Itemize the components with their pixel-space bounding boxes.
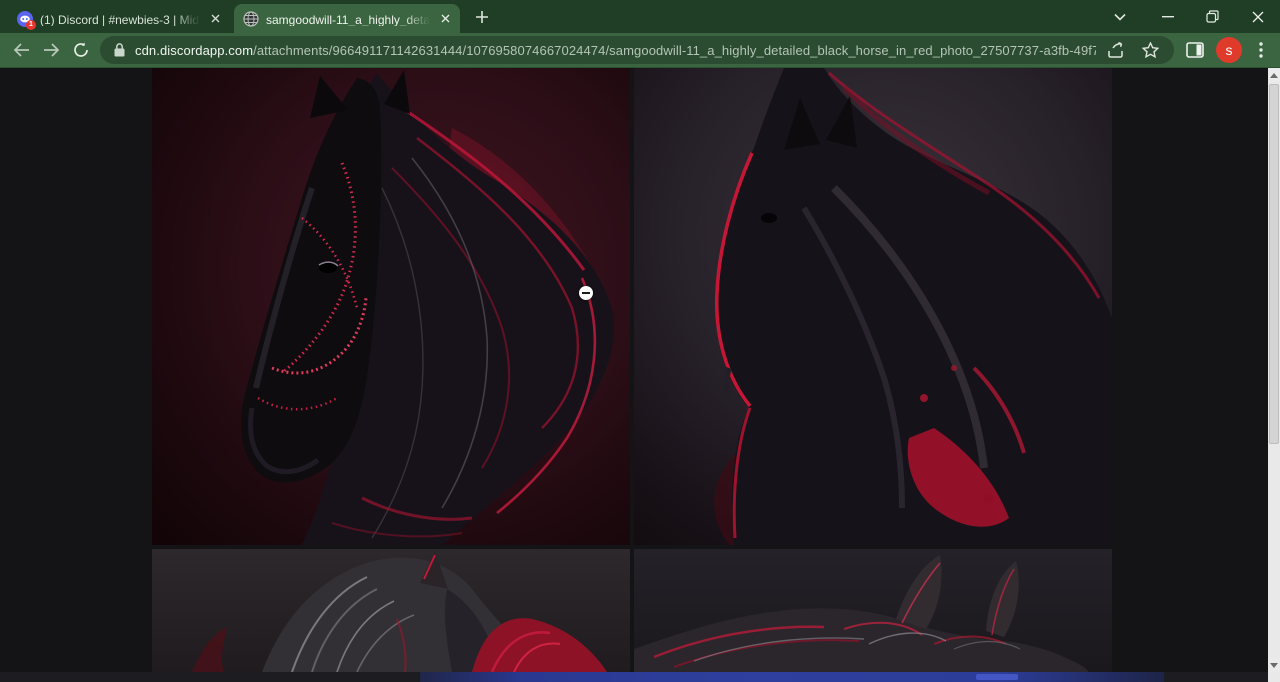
horizontal-scrollbar[interactable] [0,672,1280,682]
window-controls [1099,0,1280,33]
reload-button[interactable] [66,35,96,65]
notification-badge: 1 [26,20,36,30]
horse-art-4 [634,549,1112,672]
image-quadrant-2[interactable] [634,68,1112,545]
minimize-button[interactable] [1145,0,1190,33]
new-tab-button[interactable] [468,3,496,31]
profile-avatar[interactable]: s [1216,37,1242,63]
vertical-scrollbar-thumb[interactable] [1269,84,1279,444]
tab-strip: 1 (1) Discord | #newbies-3 | Midjou samg… [0,0,1280,33]
horse-art-3 [152,549,630,672]
horse-art-1 [152,68,630,545]
share-icon[interactable] [1105,38,1129,62]
close-window-button[interactable] [1235,0,1280,33]
url-domain: cdn.discordapp.com [135,43,253,58]
horizontal-scrollbar-thumb[interactable] [420,672,1164,682]
forward-button[interactable] [36,35,66,65]
tab-discord[interactable]: 1 (1) Discord | #newbies-3 | Midjou [8,4,230,33]
url-text: cdn.discordapp.com/attachments/966491171… [135,43,1096,58]
zoom-out-cursor-icon [579,286,593,300]
image-grid[interactable] [152,68,1112,672]
scrollbar-corner [1268,672,1280,682]
lock-icon[interactable] [112,38,126,62]
restore-button[interactable] [1190,0,1235,33]
image-quadrant-4[interactable] [634,549,1112,672]
kebab-menu-icon[interactable] [1248,38,1274,62]
tab-search-button[interactable] [1099,0,1141,33]
image-quadrant-3[interactable] [152,549,630,672]
horse-art-2 [634,68,1112,545]
vertical-scrollbar[interactable] [1268,68,1280,672]
tab-close-icon[interactable] [207,11,223,27]
tab-close-icon[interactable] [437,11,453,27]
scroll-down-arrow-icon[interactable] [1268,658,1280,672]
url-path: /attachments/966491171142631444/10769580… [253,43,1096,58]
browser-toolbar: cdn.discordapp.com/attachments/966491171… [0,33,1280,68]
bookmark-star-icon[interactable] [1138,38,1162,62]
tab-image-viewer[interactable]: samgoodwill-11_a_highly_detaile [234,4,460,33]
address-bar[interactable]: cdn.discordapp.com/attachments/966491171… [100,36,1174,64]
scroll-up-arrow-icon[interactable] [1268,68,1280,82]
side-panel-icon[interactable] [1180,38,1210,62]
image-quadrant-1[interactable] [152,68,630,545]
back-button[interactable] [6,35,36,65]
globe-favicon-icon [243,11,259,27]
page-content [0,68,1280,672]
discord-favicon-icon: 1 [17,11,33,27]
